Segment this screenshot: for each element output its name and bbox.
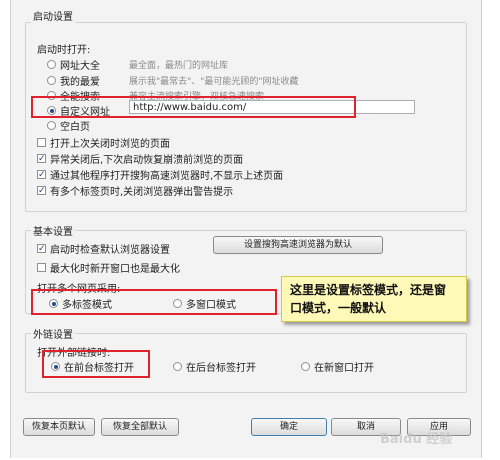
checkbox-label: 打开上次关闭时浏览的页面 [50, 139, 170, 150]
check-hide-on-external-open[interactable]: ✓ 通过其他程序打开搜狗高速浏览器时,不显示上述页面 [37, 167, 283, 182]
radio-startup-nav[interactable]: 网址大全 [47, 57, 100, 72]
radio-label: 空白页 [60, 122, 90, 133]
checkbox-box: ✓ [37, 170, 46, 180]
checkbox-label: 通过其他程序打开搜狗高速浏览器时,不显示上述页面 [50, 171, 284, 182]
checkbox-label: 最大化时新开窗口也是最大化 [50, 264, 180, 275]
startup-open-label: 启动时打开: [37, 45, 91, 56]
reset-page-button[interactable]: 恢复本页默认 [23, 418, 95, 436]
callout-line-2: 口模式，一般默认 [290, 301, 387, 315]
checkbox-box [37, 138, 46, 147]
annotation-callout: 这里是设置标签模式，还是窗 口模式，一般默认 [281, 276, 467, 322]
highlight-custom-url [31, 96, 356, 118]
check-maximize-new-window[interactable]: 最大化时新开窗口也是最大化 [37, 260, 180, 275]
reset-all-button[interactable]: 恢复全部默认 [101, 418, 179, 436]
highlight-tab-mode [31, 289, 277, 315]
set-default-browser-button[interactable]: 设置搜狗高速浏览器为默认 [213, 236, 383, 254]
checkbox-label: 异常关闭后,下次启动恢复崩溃前浏览的页面 [50, 155, 244, 166]
check-default-browser[interactable]: ✓ 启动时检查默认浏览器设置 [37, 241, 170, 256]
radio-circle [47, 121, 56, 130]
callout-line-1: 这里是设置标签模式，还是窗 [290, 283, 447, 297]
settings-dialog: 启动设置 启动时打开: 网址大全 最全面，最热门的网址库 我的最爱 展示我"最常… [10, 0, 482, 458]
external-group-title: 外链设置 [31, 326, 75, 341]
radio-external-background[interactable]: 在后台标签打开 [173, 359, 256, 374]
checkbox-label: 启动时检查默认浏览器设置 [50, 245, 170, 256]
radio-circle [301, 362, 310, 371]
check-crash-recovery[interactable]: ✓ 异常关闭后,下次启动恢复崩溃前浏览的页面 [37, 151, 243, 166]
watermark-text: Baidu 经验 [380, 432, 453, 447]
check-close-warning[interactable]: ✓ 有多个标签页时,关闭浏览器弹出警告提示 [37, 183, 233, 198]
radio-external-new-window[interactable]: 在新窗口打开 [301, 359, 374, 374]
startup-group-title: 启动设置 [31, 8, 75, 23]
option-description: 展示我"最常去"、"最可能光顾的"网址收藏 [129, 77, 299, 87]
radio-circle [47, 60, 56, 69]
basic-group-title: 基本设置 [31, 223, 75, 238]
ok-button[interactable]: 确定 [251, 418, 327, 436]
checkbox-box: ✓ [37, 244, 46, 254]
option-description: 最全面，最热门的网址库 [129, 61, 229, 71]
radio-startup-favorites[interactable]: 我的最爱 [47, 73, 100, 88]
radio-label: 网址大全 [60, 61, 100, 72]
radio-label: 在后台标签打开 [186, 363, 256, 374]
radio-label: 在新窗口打开 [314, 363, 374, 374]
checkbox-box [37, 263, 46, 272]
radio-startup-blank[interactable]: 空白页 [47, 118, 90, 133]
radio-circle [173, 362, 182, 371]
checkbox-box: ✓ [37, 154, 46, 164]
checkbox-box: ✓ [37, 186, 46, 196]
radio-circle [47, 76, 56, 85]
radio-label: 我的最爱 [60, 77, 100, 88]
check-restore-last-session[interactable]: 打开上次关闭时浏览的页面 [37, 135, 170, 150]
highlight-external-foreground [42, 350, 150, 378]
checkbox-label: 有多个标签页时,关闭浏览器弹出警告提示 [50, 187, 234, 198]
